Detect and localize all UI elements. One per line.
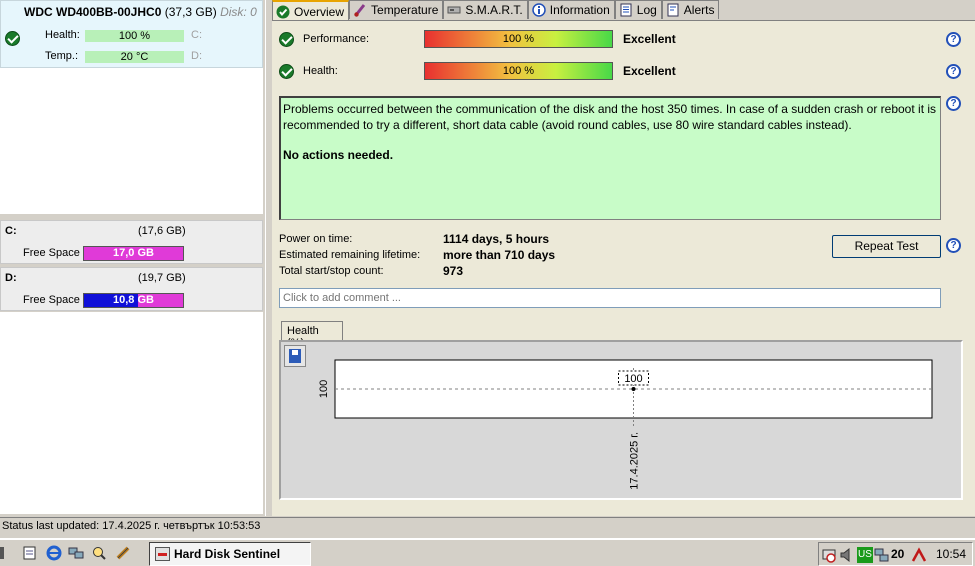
health-chart-area: 100 100 17.4.2025 г.	[279, 340, 963, 500]
chart-data-label: 100	[624, 373, 642, 385]
hard-disk-sentinel-icon	[155, 547, 170, 561]
performance-label: Performance:	[303, 33, 370, 45]
free-space-value: 10,8 GB	[113, 294, 154, 306]
disk-number: Disk: 0	[220, 5, 257, 19]
free-space-bar: 10,8 GB	[83, 293, 184, 308]
overview-panel: Performance: 100 % Excellent ? Health: 1…	[272, 20, 975, 516]
tools-icon[interactable]	[115, 545, 131, 561]
check-circle-icon	[276, 5, 290, 19]
free-space-value: 17,0 GB	[113, 247, 154, 259]
performance-rating: Excellent	[623, 32, 676, 46]
health-chart: 100 100 17.4.2025 г.	[318, 359, 933, 490]
pane-splitter[interactable]	[265, 0, 271, 516]
disk-health-bar: 100 %	[85, 30, 184, 42]
chart-data-point	[631, 387, 636, 391]
status-bar: Status last updated: 17.4.2025 г. четвър…	[0, 517, 975, 536]
status-message: Problems occurred between the communicat…	[283, 102, 937, 132]
search-icon[interactable]	[91, 545, 107, 561]
volume-size: (17,6 GB)	[138, 225, 186, 237]
volume-card-d[interactable]: D: (19,7 GB) Free Space 10,8 GB	[0, 267, 263, 311]
volume-letter: C:	[5, 225, 17, 237]
volume-card-c[interactable]: C: (17,6 GB) Free Space 17,0 GB	[0, 220, 263, 264]
disk-drive-c: C:	[191, 29, 202, 41]
alerts-icon	[666, 3, 680, 17]
speaker-icon[interactable]	[839, 547, 855, 563]
tray-temperature[interactable]: 20	[891, 547, 904, 561]
tab-alerts[interactable]: Alerts	[661, 0, 720, 19]
power-on-label: Power on time:	[279, 233, 353, 245]
health-label: Health:	[303, 65, 338, 77]
log-icon	[619, 3, 633, 17]
free-space-label: Free Space	[23, 247, 80, 259]
tab-smart[interactable]: S.M.A.R.T.	[443, 0, 528, 19]
health-ok-icon	[5, 31, 20, 46]
network-tray-icon[interactable]	[874, 547, 890, 563]
tab-label: Information	[549, 3, 610, 17]
smart-icon	[447, 3, 461, 17]
tab-information[interactable]: Information	[527, 0, 615, 19]
clock: 10:54	[936, 547, 967, 561]
disk-name: WDC WD400BB-00JHC0	[24, 5, 162, 19]
language-indicator[interactable]: US	[857, 547, 873, 563]
disk-drive-d: D:	[191, 50, 202, 62]
status-message-box: Problems occurred between the communicat…	[279, 96, 941, 220]
disk-list-pane: WDC WD400BB-00JHC0 (37,3 GB) Disk: 0 Hea…	[0, 0, 265, 516]
start-stop-value: 973	[443, 264, 464, 278]
chart-x-tick-label: 17.4.2025 г.	[629, 432, 641, 490]
performance-ok-icon	[279, 32, 294, 47]
disk-card[interactable]: WDC WD400BB-00JHC0 (37,3 GB) Disk: 0 Hea…	[0, 0, 263, 68]
tab-label: Alerts	[683, 3, 715, 17]
volume-letter: D:	[5, 272, 17, 284]
start-stop-label: Total start/stop count:	[279, 265, 384, 277]
disk-temp-label: Temp.:	[45, 50, 79, 62]
status-text: Status last updated: 17.4.2025 г. четвър…	[2, 520, 261, 532]
power-on-value: 1114 days, 5 hours	[443, 232, 550, 246]
free-space-label: Free Space	[23, 294, 80, 306]
performance-bar: 100 %	[424, 30, 613, 48]
disk-health-label: Health:	[45, 29, 80, 41]
info-icon	[531, 3, 546, 17]
health-rating: Excellent	[623, 64, 676, 78]
start-button-edge-icon[interactable]	[0, 545, 10, 561]
tab-label: Overview	[294, 4, 345, 19]
tab-bar: Overview Temperature S.M.A.R.T. Informat…	[272, 0, 720, 21]
message-help-icon[interactable]: ?	[946, 96, 961, 111]
action-text: No actions needed.	[283, 148, 394, 162]
tab-health-chart[interactable]: Health (%)	[281, 321, 343, 349]
disk-temp-bar: 20 °C	[85, 51, 184, 63]
taskbar-hard-disk-sentinel-button[interactable]: Hard Disk Sentinel	[149, 542, 311, 566]
tab-label: Temperature	[371, 3, 439, 17]
repeat-test-button[interactable]: Repeat Test	[832, 235, 941, 258]
disk-tray-icon[interactable]	[822, 547, 838, 563]
tab-temperature[interactable]: Temperature	[349, 0, 444, 19]
tab-log[interactable]: Log	[614, 0, 662, 19]
performance-help-icon[interactable]: ?	[946, 32, 961, 47]
disk-list-empty-area	[0, 68, 263, 214]
disk-title: WDC WD400BB-00JHC0 (37,3 GB) Disk: 0	[24, 5, 257, 19]
volume-size: (19,7 GB)	[138, 272, 186, 284]
volume-list-empty-area	[0, 312, 263, 514]
remaining-lifetime-value: more than 710 days	[443, 248, 556, 262]
notepad-icon[interactable]	[22, 545, 38, 561]
remaining-lifetime-label: Estimated remaining lifetime:	[279, 249, 421, 261]
health-bar: 100 %	[424, 62, 613, 80]
thermometer-icon	[353, 3, 367, 17]
taskbar: Hard Disk Sentinel US 20 10:54	[0, 538, 975, 566]
repeat-test-help-icon[interactable]: ?	[946, 238, 961, 253]
comment-input[interactable]	[279, 288, 941, 308]
acrobat-icon[interactable]	[911, 547, 927, 563]
tab-label: Log	[636, 3, 657, 17]
health-ok-icon	[279, 64, 294, 79]
internet-explorer-icon[interactable]	[46, 545, 62, 561]
free-space-bar: 17,0 GB	[83, 246, 184, 261]
health-help-icon[interactable]: ?	[946, 64, 961, 79]
network-icon[interactable]	[68, 545, 84, 561]
system-tray: US 20 10:54	[818, 542, 973, 566]
tab-overview[interactable]: Overview	[272, 0, 350, 21]
chart-y-tick-label: 100	[318, 380, 330, 398]
taskbar-task-label: Hard Disk Sentinel	[174, 547, 281, 561]
tab-label: S.M.A.R.T.	[465, 3, 523, 17]
disk-size: (37,3 GB)	[164, 5, 217, 19]
